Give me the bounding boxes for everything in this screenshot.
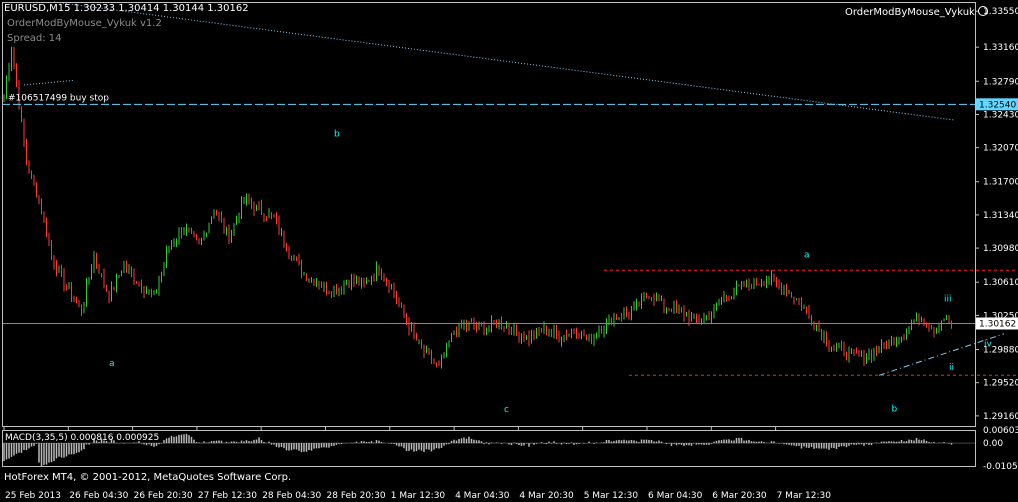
spread-text: Spread: 14 (7, 33, 62, 44)
expert-advisor-name: OrderModByMouse_Vykuk (845, 7, 975, 18)
x-tick-label: 27 Feb 12:30 (198, 491, 257, 501)
macd-tick-label: 0.006037 (983, 426, 1018, 436)
y-tick-label: 1.31700 (983, 178, 1018, 188)
order-label: #106517499 buy stop (8, 93, 109, 103)
x-tick-label: 28 Feb 04:30 (262, 491, 321, 501)
wave-label: ii (949, 363, 954, 373)
y-tick-label: 1.33550 (983, 7, 1018, 17)
chart-axes: 1.33550 1.33160 1.32790 1.32430 1.32070 1.317… (2, 2, 1018, 501)
indicator-name: OrderModByMouse_Vykuk v1.2 (7, 18, 162, 29)
y-tick-label: 1.32790 (983, 77, 1018, 87)
x-tick-label: 4 Mar 04:30 (455, 491, 510, 501)
y-tick-label: 1.29160 (983, 412, 1018, 422)
wave-label: iii (944, 295, 952, 305)
price-chart[interactable]: #106517499 buy stop bacacbiiiivii 1.3355… (0, 0, 1018, 502)
x-tick-label: 1 Mar 12:30 (391, 491, 446, 501)
macd-label: MACD(3,35,5) 0.000816 0.000925 (5, 433, 160, 443)
y-tick-label: 1.32070 (983, 144, 1018, 154)
wave-label: a (109, 359, 115, 369)
y-tick-label: 1.31340 (983, 211, 1018, 221)
macd-tick-label: -0.010579 (983, 462, 1018, 472)
x-tick-label: 7 Mar 12:30 (777, 491, 832, 501)
smiley-icon (977, 6, 988, 16)
wave-label: b (892, 404, 898, 414)
y-tick-label: 1.30980 (983, 244, 1018, 254)
price-panel-frame (2, 2, 976, 427)
y-tick-label: 1.33160 (983, 43, 1018, 53)
expert-advisor-label: OrderModByMouse_Vykuk (845, 6, 988, 18)
trend-lines (2, 1, 1005, 376)
candlesticks (3, 46, 952, 369)
x-tick-label: 26 Feb 04:30 (69, 491, 128, 501)
x-tick-label: 5 Mar 12:30 (584, 491, 639, 501)
y-tick-label: 1.30610 (983, 278, 1018, 288)
x-tick-label: 25 Feb 2013 (5, 491, 61, 501)
x-tick-label: 28 Feb 20:30 (327, 491, 386, 501)
x-tick-label: 6 Mar 20:30 (712, 491, 767, 501)
x-tick-label: 4 Mar 20:30 (519, 491, 574, 501)
x-tick-label: 26 Feb 20:30 (134, 491, 193, 501)
y-tick-label: 1.29520 (983, 379, 1018, 389)
wave-label: c (504, 405, 509, 415)
x-tick-label: 6 Mar 04:30 (648, 491, 703, 501)
order-line[interactable]: #106517499 buy stop (2, 93, 975, 105)
wave-label: b (334, 130, 340, 140)
y-tick-label: 1.29880 (983, 345, 1018, 355)
copyright-text: HotForex MT4, © 2001-2012, MetaQuotes So… (4, 472, 292, 483)
symbol-info: EURUSD,M15 1.30233 1.30414 1.30144 1.301… (4, 3, 249, 14)
last-price-tag: 1.30162 (979, 320, 1016, 330)
trendline (23, 79, 75, 86)
y-tick-label: 1.32430 (983, 110, 1018, 120)
order-price-tag: 1.32540 (979, 100, 1016, 110)
wave-label: a (804, 250, 810, 260)
wave-labels: bacacbiiiivii (109, 130, 993, 416)
macd-tick-label: 0.00 (983, 439, 1003, 449)
trendline (53, 1, 955, 121)
